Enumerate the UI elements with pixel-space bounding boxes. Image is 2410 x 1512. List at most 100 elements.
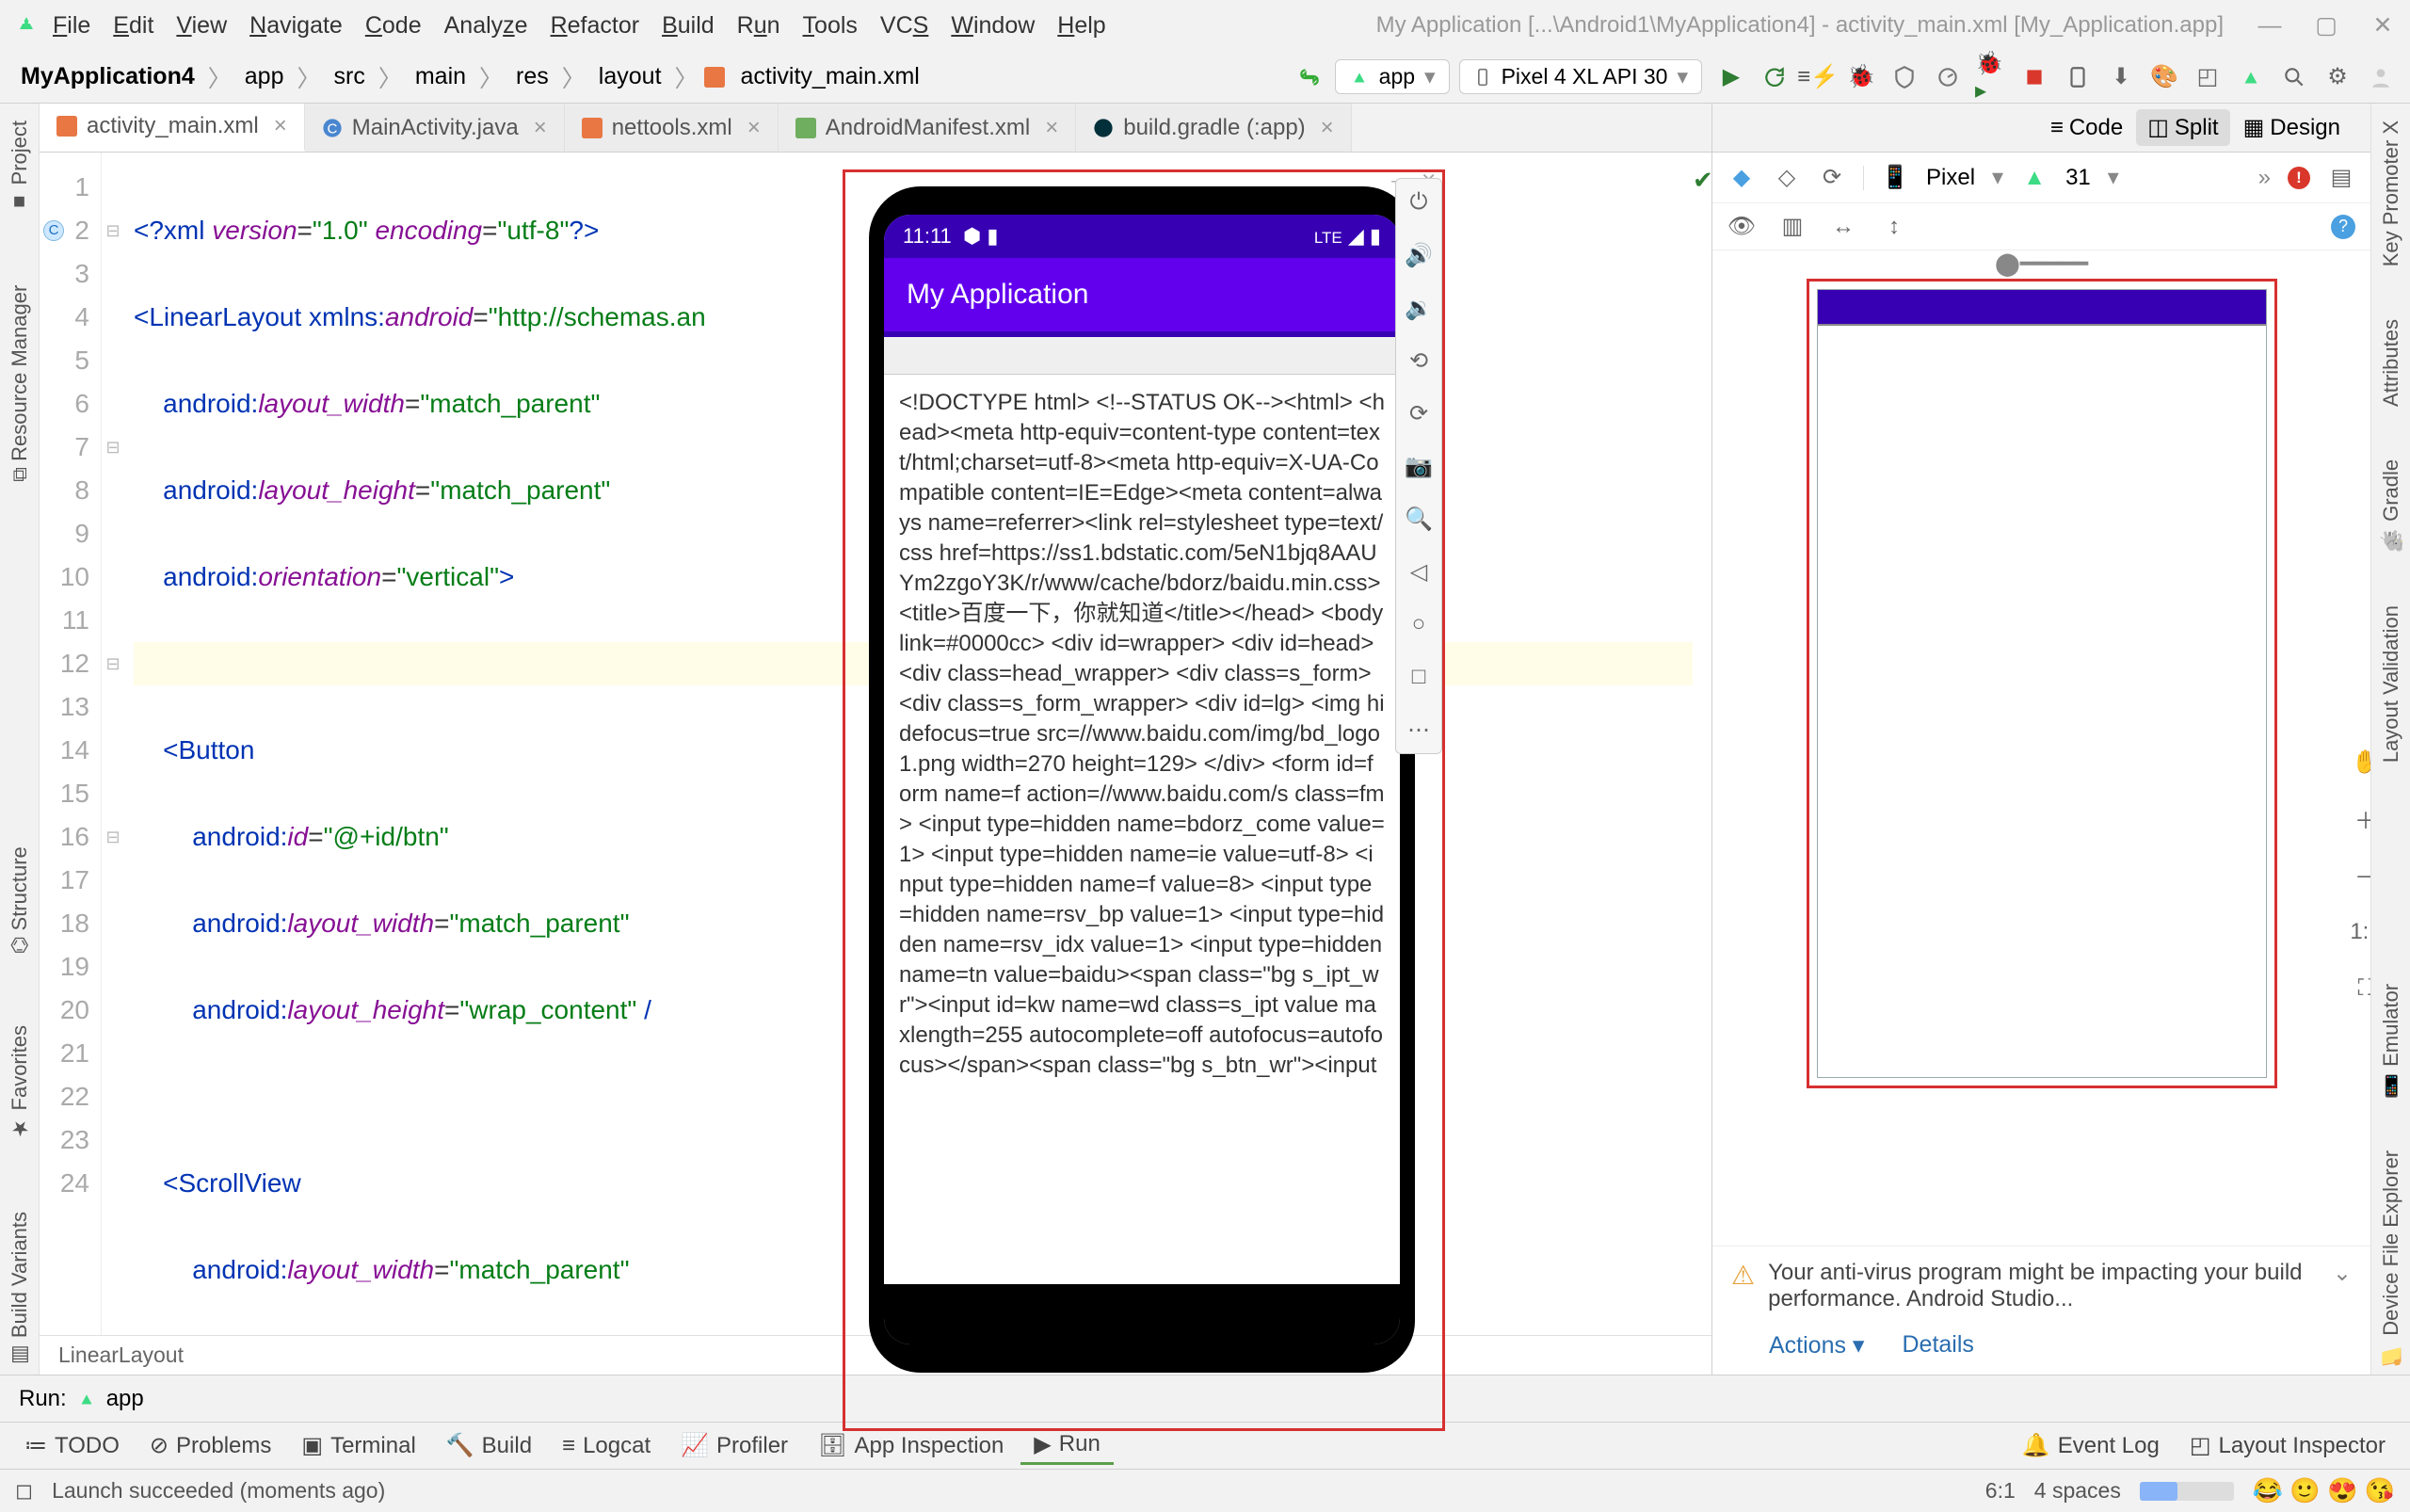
fullscreen-icon[interactable]: ⛶: [2352, 974, 2370, 1003]
app-quality-icon[interactable]: [2235, 61, 2267, 93]
tool-device-file-explorer[interactable]: 📁 Device File Explorer: [2379, 1143, 2403, 1375]
minimize-icon[interactable]: —: [2256, 11, 2284, 40]
menu-file[interactable]: File: [43, 8, 100, 43]
tool-layout-validation[interactable]: Layout Validation: [2379, 598, 2403, 770]
menu-window[interactable]: Window: [941, 8, 1044, 43]
tool-gradle[interactable]: 🐘 Gradle: [2379, 452, 2403, 560]
emu-screenshot-icon[interactable]: 📷: [1403, 450, 1435, 482]
menu-view[interactable]: View: [167, 8, 236, 43]
emu-volume-up-icon[interactable]: 🔊: [1403, 239, 1435, 271]
tab-terminal[interactable]: ▣ Terminal: [288, 1428, 428, 1463]
device-type-icon[interactable]: 📱: [1881, 164, 1909, 192]
indent-info[interactable]: 4 spaces: [2034, 1478, 2121, 1504]
tool-build-variants[interactable]: ▤ Build Variants: [8, 1204, 32, 1375]
menu-refactor[interactable]: Refactor: [541, 8, 650, 43]
tool-favorites[interactable]: ★ Favorites: [8, 1018, 32, 1147]
device-selector-text[interactable]: Pixel: [1926, 165, 1975, 191]
sdk-icon[interactable]: ⬇: [2105, 61, 2137, 93]
pan-icon[interactable]: ✋: [2352, 748, 2370, 777]
event-log-button[interactable]: 🔔 Event Log: [2009, 1428, 2173, 1463]
avatar-icon[interactable]: [2365, 61, 2397, 93]
rerun-icon[interactable]: [1759, 61, 1791, 93]
emu-back-icon[interactable]: ◁: [1403, 555, 1435, 587]
grid-icon[interactable]: ▥: [1778, 213, 1807, 241]
search-icon[interactable]: [2278, 61, 2310, 93]
run-config-selector[interactable]: app▾: [1335, 59, 1450, 94]
surface-icon[interactable]: ◆: [1727, 164, 1756, 192]
crumb-project[interactable]: MyApplication4: [13, 60, 202, 93]
crumb-file[interactable]: activity_main.xml: [733, 60, 927, 93]
close-icon[interactable]: ✕: [2369, 11, 2397, 40]
eye-icon[interactable]: 👁: [1727, 213, 1756, 241]
blueprint-icon[interactable]: ◇: [1773, 164, 1801, 192]
resource-icon[interactable]: 🎨: [2148, 61, 2180, 93]
emu-zoom-icon[interactable]: 🔍: [1403, 503, 1435, 535]
emu-volume-down-icon[interactable]: 🔉: [1403, 292, 1435, 324]
tool-resource-manager[interactable]: ⧉ Resource Manager: [8, 278, 32, 490]
actions-link[interactable]: Actions ▾: [1769, 1331, 1864, 1359]
debug-icon[interactable]: 🐞: [1845, 61, 1877, 93]
tool-key-promoter[interactable]: Key Promoter X: [2379, 113, 2403, 274]
memory-indicator[interactable]: [2140, 1482, 2234, 1501]
sync-icon[interactable]: [1293, 61, 1326, 93]
status-square-icon[interactable]: ◻: [15, 1478, 33, 1504]
line-gutter[interactable]: 12C3456789101112131415161718192021222324: [40, 153, 102, 1335]
tab-problems[interactable]: ⊘ Problems: [137, 1428, 284, 1463]
orientation-icon[interactable]: ⟳: [1818, 164, 1846, 192]
menu-analyze[interactable]: Analyze: [435, 8, 538, 43]
arrows-h-icon[interactable]: ↔: [1829, 213, 1857, 241]
coverage-icon[interactable]: [1888, 61, 1920, 93]
zoom-out-icon[interactable]: －: [2352, 861, 2370, 890]
chevron-down-icon[interactable]: ⌄: [2333, 1260, 2352, 1287]
tab-activity-main[interactable]: activity_main.xml×: [40, 104, 305, 152]
tab-logcat[interactable]: ≡ Logcat: [549, 1429, 664, 1463]
menu-help[interactable]: Help: [1048, 8, 1115, 43]
zoom-in-icon[interactable]: ＋: [2352, 805, 2370, 833]
emu-home-icon[interactable]: ○: [1403, 608, 1435, 640]
menu-run[interactable]: Run: [728, 8, 790, 43]
tool-structure[interactable]: ⌬ Structure: [8, 839, 32, 961]
zoom-fit-icon[interactable]: 1:1: [2352, 918, 2370, 946]
close-icon[interactable]: ×: [534, 115, 547, 141]
menu-code[interactable]: Code: [356, 8, 431, 43]
attach-debugger-icon[interactable]: 🐞▸: [1975, 61, 2007, 93]
fold-column[interactable]: ⊟⊟⊟⊟: [102, 153, 124, 1335]
run-tool-window-header[interactable]: Run: app: [0, 1375, 2410, 1422]
profile-icon[interactable]: [1932, 61, 1964, 93]
emu-rotate-right-icon[interactable]: ⟳: [1403, 397, 1435, 429]
input-method-indicator[interactable]: 😂 🙂 😍 😘: [2253, 1476, 2395, 1505]
settings-icon[interactable]: ⚙: [2322, 61, 2354, 93]
layers-icon[interactable]: ▤: [2327, 164, 2355, 192]
emu-power-icon[interactable]: ⏻: [1403, 186, 1435, 218]
code-editor[interactable]: <?xml version="1.0" encoding="utf-8"?> <…: [124, 153, 1711, 1335]
menu-build[interactable]: Build: [652, 8, 724, 43]
menu-tools[interactable]: Tools: [794, 8, 867, 43]
menu-vcs[interactable]: VCS: [871, 8, 938, 43]
avd-icon[interactable]: [2062, 61, 2094, 93]
tab-nettools[interactable]: nettools.xml×: [565, 104, 779, 152]
tab-build-gradle[interactable]: build.gradle (:app)×: [1076, 104, 1351, 152]
tab-app-inspection[interactable]: 🗄 App Inspection: [805, 1428, 1017, 1463]
caret-position[interactable]: 6:1: [1985, 1478, 2016, 1504]
tab-manifest[interactable]: AndroidManifest.xml×: [779, 104, 1076, 152]
tab-build[interactable]: 🔨 Build: [433, 1428, 545, 1463]
layout-inspector-icon[interactable]: ◰: [2192, 61, 2224, 93]
apply-changes-icon[interactable]: ≡⚡: [1802, 61, 1834, 93]
device-selector[interactable]: Pixel 4 XL API 30▾: [1459, 59, 1702, 94]
tool-emulator[interactable]: 📱 Emulator: [2379, 976, 2403, 1105]
menu-navigate[interactable]: Navigate: [240, 8, 352, 43]
close-icon[interactable]: ×: [1321, 115, 1334, 141]
tool-attributes[interactable]: Attributes: [2379, 312, 2403, 414]
error-stripe[interactable]: ✔: [1693, 153, 1711, 1335]
view-split-button[interactable]: ◫ Split: [2136, 109, 2229, 146]
maximize-icon[interactable]: ▢: [2312, 11, 2340, 40]
close-icon[interactable]: ×: [274, 113, 287, 139]
breadcrumb[interactable]: MyApplication4 〉app 〉src 〉main 〉res 〉lay…: [13, 60, 927, 94]
close-icon[interactable]: ×: [747, 115, 761, 141]
tool-project[interactable]: ■ Project: [8, 113, 32, 221]
view-code-button[interactable]: ≡ Code: [2039, 110, 2134, 146]
help-icon[interactable]: ?: [2331, 215, 2355, 239]
error-badge-icon[interactable]: !: [2288, 167, 2310, 189]
tab-main-activity[interactable]: CMainActivity.java×: [305, 104, 565, 152]
structure-breadcrumb[interactable]: LinearLayout: [40, 1335, 1711, 1375]
